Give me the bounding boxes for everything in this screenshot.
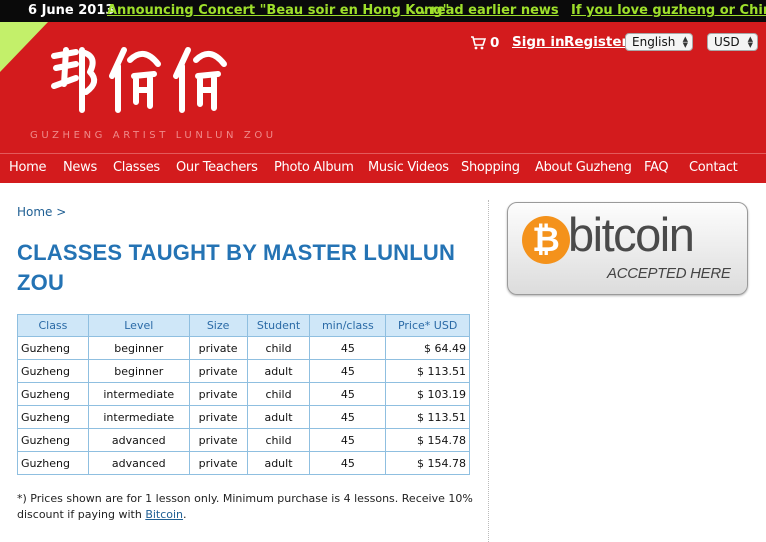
cell-class: Guzheng xyxy=(17,382,89,406)
ticker-date: 6 June 2013 xyxy=(28,3,115,18)
cell-price: $ 113.51 xyxy=(385,359,470,383)
nav-shopping[interactable]: Shopping xyxy=(461,160,520,175)
language-select[interactable]: English ▲ ▼ xyxy=(625,33,693,51)
sign-in-link[interactable]: Sign in xyxy=(512,34,565,50)
cell-size: private xyxy=(188,382,248,406)
table-row: Guzheng advanced private child 45 $ 154.… xyxy=(17,428,470,452)
site-logo[interactable] xyxy=(46,42,256,118)
nav-classes[interactable]: Classes xyxy=(113,160,160,175)
bitcoin-accepted-badge[interactable]: ₿ bitcoin ACCEPTED HERE xyxy=(507,202,748,295)
cell-student: child xyxy=(246,428,311,452)
nav-news[interactable]: News xyxy=(63,160,97,175)
cell-minutes: 45 xyxy=(309,451,387,475)
ticker-link-concert[interactable]: Announcing Concert "Beau soir en Hong Ko… xyxy=(107,0,449,22)
breadcrumb-separator: > xyxy=(56,205,67,219)
cell-class: Guzheng xyxy=(17,336,89,360)
cell-student: adult xyxy=(246,359,311,383)
site-header: GUZHENG ARTIST LUNLUN ZOU 0 Sign in Regi… xyxy=(0,22,766,153)
bitcoin-wordmark: bitcoin xyxy=(568,208,695,261)
cell-class: Guzheng xyxy=(17,405,89,429)
cell-minutes: 45 xyxy=(309,336,387,360)
nav-faq[interactable]: FAQ xyxy=(644,160,669,175)
column-header: Class xyxy=(17,314,89,337)
cell-size: private xyxy=(188,428,248,452)
table-row: Guzheng beginner private adult 45 $ 113.… xyxy=(17,359,470,383)
cell-price: $ 154.78 xyxy=(385,451,470,475)
table-row: Guzheng beginner private child 45 $ 64.4… xyxy=(17,336,470,360)
table-header-row: Class Level Size Student min/class Price… xyxy=(17,314,470,337)
bitcoin-icon: ₿ xyxy=(522,216,570,264)
cell-minutes: 45 xyxy=(309,405,387,429)
currency-select[interactable]: USD ▲ ▼ xyxy=(707,33,758,51)
cell-class: Guzheng xyxy=(17,451,89,475)
nav-home[interactable]: Home xyxy=(9,160,47,175)
nav-our-teachers[interactable]: Our Teachers xyxy=(176,160,258,175)
main-nav: Home News Classes Our Teachers Photo Alb… xyxy=(0,153,766,183)
table-row: Guzheng advanced private adult 45 $ 154.… xyxy=(17,451,470,475)
pricing-note-end: . xyxy=(183,508,187,521)
table-row: Guzheng intermediate private adult 45 $ … xyxy=(17,405,470,429)
cell-level: intermediate xyxy=(87,382,190,406)
column-header: Price* USD xyxy=(385,314,470,337)
cell-level: intermediate xyxy=(87,405,190,429)
table-row: Guzheng intermediate private child 45 $ … xyxy=(17,382,470,406)
nav-about-guzheng[interactable]: About Guzheng xyxy=(535,160,632,175)
cell-minutes: 45 xyxy=(309,359,387,383)
cell-price: $ 113.51 xyxy=(385,405,470,429)
breadcrumb: Home > xyxy=(17,205,66,219)
select-arrows-icon: ▲ ▼ xyxy=(682,35,688,49)
pricing-note-text: *) Prices shown are for 1 lesson only. M… xyxy=(17,492,473,521)
cell-size: private xyxy=(188,359,248,383)
cell-price: $ 154.78 xyxy=(385,428,470,452)
ticker-link-guzheng[interactable]: If you love guzheng or Chinese mu xyxy=(571,0,766,22)
cell-price: $ 103.19 xyxy=(385,382,470,406)
bitcoin-link[interactable]: Bitcoin xyxy=(145,508,183,521)
nav-photo-album[interactable]: Photo Album xyxy=(274,160,354,175)
breadcrumb-home[interactable]: Home xyxy=(17,205,52,219)
cell-class: Guzheng xyxy=(17,428,89,452)
cell-minutes: 45 xyxy=(309,428,387,452)
accepted-here-label: ACCEPTED HERE xyxy=(607,265,731,282)
cell-level: advanced xyxy=(87,451,190,475)
cell-student: adult xyxy=(246,451,311,475)
classes-table: Class Level Size Student min/class Price… xyxy=(17,314,470,475)
cart-count: 0 xyxy=(490,35,500,51)
column-header: min/class xyxy=(309,314,387,337)
cell-size: private xyxy=(188,336,248,360)
cell-student: child xyxy=(246,336,311,360)
site-tagline: GUZHENG ARTIST LUNLUN ZOU xyxy=(30,130,277,141)
cell-size: private xyxy=(188,451,248,475)
corner-decoration xyxy=(0,22,48,72)
cell-class: Guzheng xyxy=(17,359,89,383)
column-header: Student xyxy=(246,314,311,337)
cart-button[interactable]: 0 xyxy=(470,35,499,51)
select-arrows-icon: ▲ ▼ xyxy=(747,35,753,49)
news-ticker: 6 June 2013 Announcing Concert "Beau soi… xyxy=(0,0,766,22)
cell-level: beginner xyxy=(87,359,190,383)
column-header: Level xyxy=(87,314,190,337)
page-title: CLASSES TAUGHT BY MASTER LUNLUN ZOU xyxy=(17,240,456,295)
cell-level: advanced xyxy=(87,428,190,452)
cell-student: adult xyxy=(246,405,311,429)
cell-level: beginner xyxy=(87,336,190,360)
currency-value: USD xyxy=(714,35,740,49)
cart-icon xyxy=(471,36,486,50)
ticker-link-earlier-news[interactable]: ... read earlier news xyxy=(411,0,559,22)
cell-size: private xyxy=(188,405,248,429)
logo-calligraphy-icon xyxy=(51,47,227,113)
cell-minutes: 45 xyxy=(309,382,387,406)
nav-music-videos[interactable]: Music Videos xyxy=(368,160,449,175)
nav-contact[interactable]: Contact xyxy=(689,160,738,175)
register-link[interactable]: Register xyxy=(564,34,628,50)
column-header: Size xyxy=(188,314,248,337)
cell-student: child xyxy=(246,382,311,406)
column-divider xyxy=(488,200,489,542)
pricing-note: *) Prices shown are for 1 lesson only. M… xyxy=(17,491,477,523)
language-value: English xyxy=(632,35,676,49)
cell-price: $ 64.49 xyxy=(385,336,470,360)
